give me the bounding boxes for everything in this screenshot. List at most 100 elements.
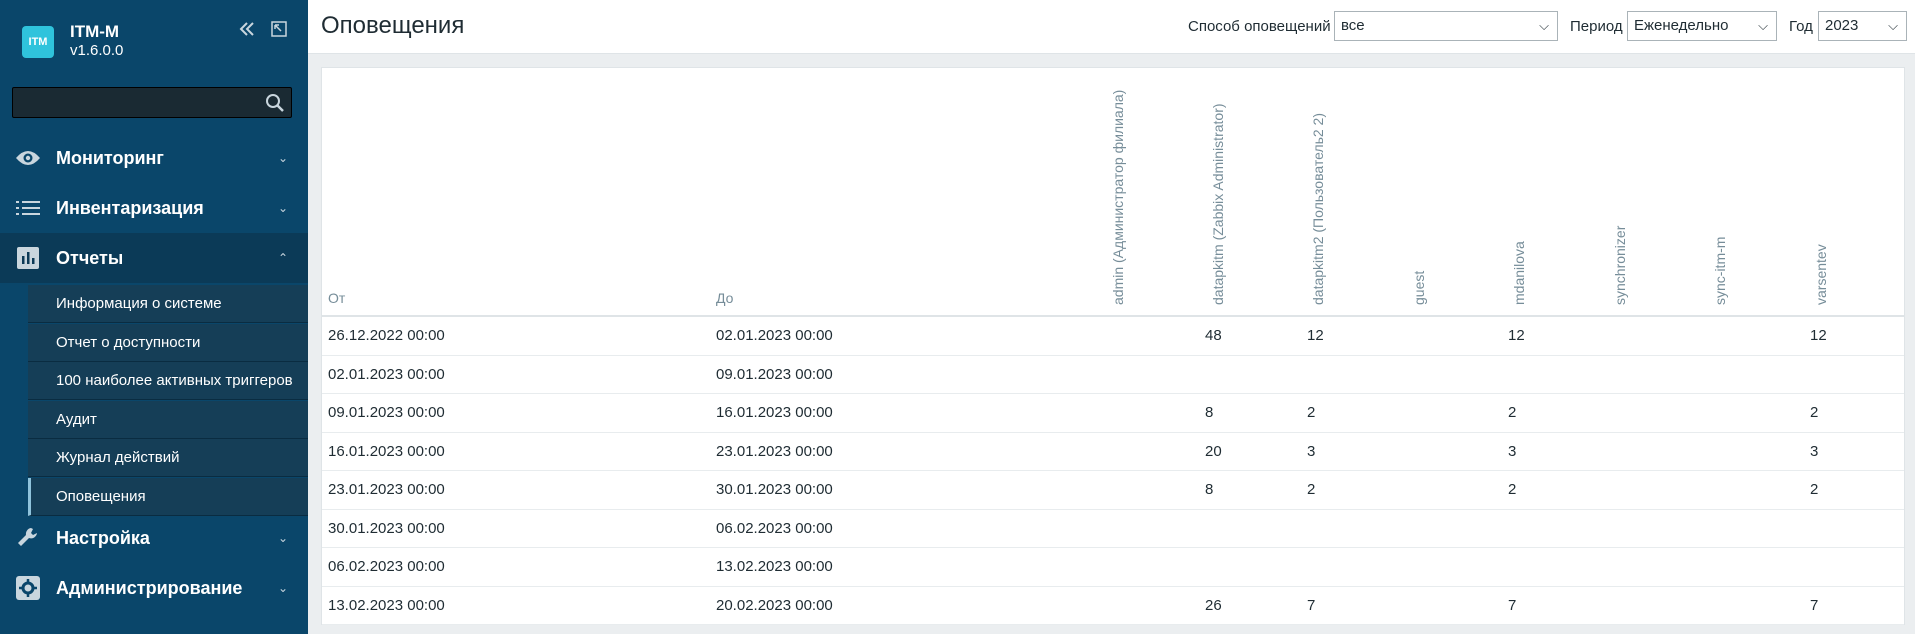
- chevron-down-icon: ⌄: [278, 201, 289, 215]
- app-name: ITM-M: [70, 22, 120, 41]
- column-header-from[interactable]: От: [328, 290, 345, 306]
- year-select[interactable]: 2023 ⌵: [1818, 11, 1907, 41]
- submenu-top-triggers[interactable]: 100 наиболее активных триггеров: [28, 362, 308, 400]
- table-row: 09.01.2023 00:00 16.01.2023 00:00 8 2 2 2: [322, 394, 1904, 433]
- table-row: 13.02.2023 00:00 20.02.2023 00:00 26 7 7 7: [322, 587, 1904, 625]
- method-value: все: [1341, 17, 1365, 34]
- method-select[interactable]: все ⌵: [1334, 11, 1558, 41]
- app-version: v1.6.0.0: [70, 42, 124, 59]
- cell-count: 48: [1205, 327, 1222, 344]
- kiosk-mode-icon[interactable]: [268, 18, 290, 40]
- menu-administration[interactable]: Администрирование ⌄: [0, 563, 308, 613]
- search-icon[interactable]: [265, 93, 285, 113]
- period-label: Период: [1570, 18, 1623, 35]
- cell-to: 13.02.2023 00:00: [716, 558, 833, 575]
- cell-to: 06.02.2023 00:00: [716, 519, 833, 537]
- cell-from: 26.12.2022 00:00: [328, 327, 445, 344]
- column-header-to[interactable]: До: [716, 290, 733, 306]
- page-header: Оповещения Способ оповещений все ⌵ Перио…: [308, 0, 1915, 54]
- cell-count: 12: [1307, 327, 1324, 344]
- cell-count: 3: [1508, 442, 1517, 460]
- column-header-user[interactable]: mdanilova: [1511, 241, 1527, 305]
- table-row: 16.01.2023 00:00 23.01.2023 00:00 20 3 3 3: [322, 433, 1904, 471]
- cell-to: 09.01.2023 00:00: [716, 365, 833, 383]
- chevron-down-icon: ⌵: [1539, 18, 1549, 33]
- table-row: 02.01.2023 00:00 09.01.2023 00:00: [322, 356, 1904, 394]
- cell-count: 2: [1307, 481, 1316, 498]
- wrench-icon: [0, 526, 56, 550]
- menu-reports[interactable]: Отчеты ⌃: [0, 233, 308, 283]
- collapse-sidebar-icon[interactable]: [236, 18, 258, 40]
- menu-label: Мониторинг: [56, 147, 164, 168]
- method-label: Способ оповещений: [1188, 18, 1331, 35]
- cell-count: 3: [1307, 442, 1316, 460]
- cell-count: 2: [1307, 404, 1316, 421]
- column-header-user[interactable]: synchronizer: [1612, 226, 1628, 305]
- submenu-audit[interactable]: Аудит: [28, 400, 308, 439]
- list-icon: [0, 199, 56, 217]
- chevron-up-icon: ⌃: [278, 251, 289, 265]
- column-header-user[interactable]: datapkitm2 (Пользователь2 2): [1310, 113, 1326, 305]
- cell-from: 13.02.2023 00:00: [328, 596, 445, 614]
- menu-monitoring[interactable]: Мониторинг ⌄: [0, 133, 308, 183]
- cell-count: 20: [1205, 442, 1222, 460]
- table-row: 30.01.2023 00:00 06.02.2023 00:00: [322, 510, 1904, 548]
- column-header-user[interactable]: admin (Администратор филиала): [1110, 90, 1126, 305]
- admin-gear-icon: [0, 576, 56, 600]
- chevron-down-icon: ⌵: [1888, 18, 1898, 33]
- cell-to: 30.01.2023 00:00: [716, 481, 833, 498]
- table-row: 26.12.2022 00:00 02.01.2023 00:00 48 12 12 12: [322, 317, 1904, 356]
- cell-count: 2: [1508, 404, 1517, 421]
- cell-to: 23.01.2023 00:00: [716, 442, 833, 460]
- year-value: 2023: [1825, 17, 1859, 34]
- cell-from: 16.01.2023 00:00: [328, 442, 445, 460]
- table-row: 06.02.2023 00:00 13.02.2023 00:00: [322, 548, 1904, 587]
- column-header-user[interactable]: guest: [1411, 271, 1427, 305]
- cell-count: 7: [1810, 596, 1819, 614]
- menu-label: Инвентаризация: [56, 197, 204, 218]
- column-header-user[interactable]: datapkitm (Zabbix Administrator): [1210, 103, 1226, 305]
- cell-from: 09.01.2023 00:00: [328, 404, 445, 421]
- column-header-user[interactable]: varsentev: [1813, 244, 1829, 305]
- menu-label: Администрирование: [56, 577, 243, 598]
- chevron-down-icon: ⌄: [278, 151, 289, 165]
- cell-count: 8: [1205, 404, 1214, 421]
- period-select[interactable]: Еженедельно ⌵: [1627, 11, 1777, 41]
- cell-count: 12: [1508, 327, 1525, 344]
- menu-label: Отчеты: [56, 247, 124, 268]
- cell-from: 30.01.2023 00:00: [328, 519, 445, 537]
- cell-to: 02.01.2023 00:00: [716, 327, 833, 344]
- page-title: Оповещения: [321, 12, 465, 39]
- chevron-down-icon: ⌄: [278, 581, 289, 595]
- cell-count: 8: [1205, 481, 1214, 498]
- cell-count: 2: [1810, 404, 1819, 421]
- chevron-down-icon: ⌄: [278, 531, 289, 545]
- search-input[interactable]: [13, 88, 253, 117]
- period-value: Еженедельно: [1634, 17, 1729, 34]
- cell-from: 02.01.2023 00:00: [328, 365, 445, 383]
- eye-icon: [0, 148, 56, 168]
- chevron-down-icon: ⌵: [1758, 18, 1768, 33]
- cell-from: 06.02.2023 00:00: [328, 558, 445, 575]
- submenu-availability-report[interactable]: Отчет о доступности: [28, 323, 308, 362]
- year-label: Год: [1789, 18, 1813, 35]
- menu-inventory[interactable]: Инвентаризация ⌄: [0, 183, 308, 233]
- column-header-user[interactable]: sync-itm-m: [1712, 237, 1728, 305]
- app-logo[interactable]: ITM: [22, 26, 54, 58]
- cell-from: 23.01.2023 00:00: [328, 481, 445, 498]
- submenu-notifications[interactable]: Оповещения: [28, 477, 308, 516]
- sidebar-search: [12, 87, 292, 118]
- cell-count: 7: [1307, 596, 1316, 614]
- cell-to: 20.02.2023 00:00: [716, 596, 833, 614]
- bar-chart-icon: [0, 247, 56, 269]
- cell-count: 2: [1508, 481, 1517, 498]
- menu-label: Настройка: [56, 527, 150, 548]
- submenu-action-log[interactable]: Журнал действий: [28, 439, 308, 477]
- logo-text: ITM: [28, 36, 48, 48]
- sidebar: ITM ITM-M v1.6.0.0 Мониторинг ⌄ Инвентар…: [0, 0, 308, 634]
- menu-configuration[interactable]: Настройка ⌄: [0, 513, 308, 563]
- submenu-system-info[interactable]: Информация о системе: [28, 285, 308, 323]
- cell-count: 12: [1810, 327, 1827, 344]
- cell-count: 2: [1810, 481, 1819, 498]
- cell-count: 26: [1205, 596, 1222, 614]
